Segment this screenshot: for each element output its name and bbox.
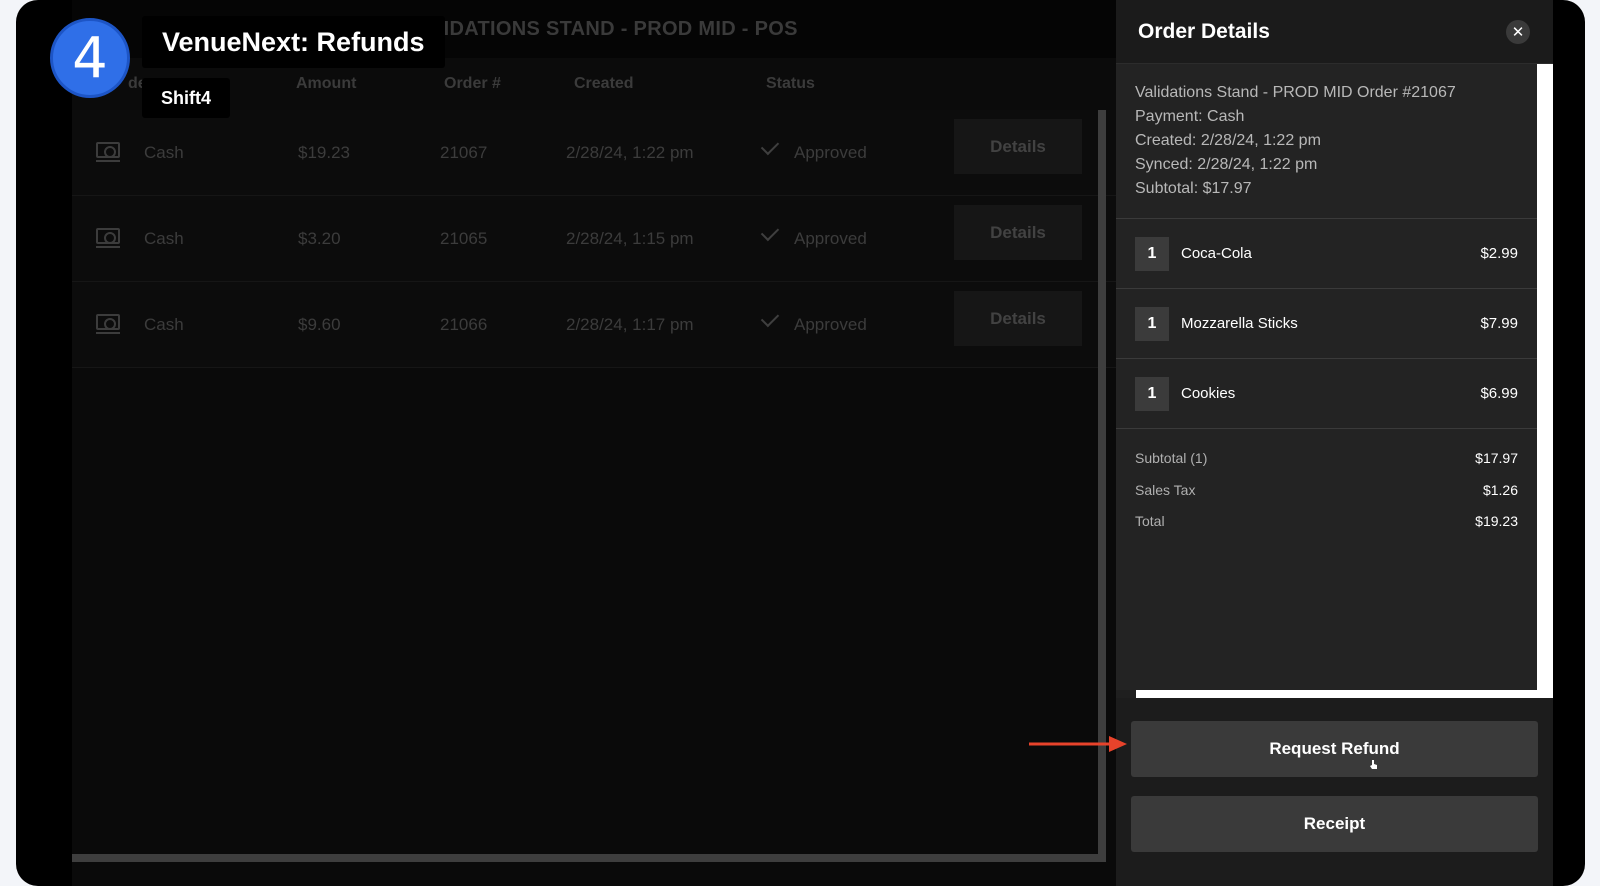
created-cell: 2/28/24, 1:22 pm — [566, 143, 694, 162]
tutorial-title: VenueNext: Refunds — [142, 16, 445, 68]
request-refund-button[interactable]: Request Refund — [1131, 721, 1538, 777]
amount-cell: $19.23 — [298, 143, 350, 162]
total-label: Total — [1135, 513, 1165, 529]
item-quantity: 1 — [1135, 237, 1169, 271]
created-cell: 2/28/24, 1:15 pm — [566, 229, 694, 248]
status-cell: Approved — [794, 315, 867, 334]
table-row[interactable]: Cash $9.60 21066 2/28/24, 1:17 pm Approv… — [72, 282, 1118, 368]
item-price: $7.99 — [1480, 315, 1518, 332]
item-name: Coca-Cola — [1181, 245, 1252, 262]
tender-cell: Cash — [144, 229, 184, 248]
panel-header: Order Details ✕ — [1116, 0, 1553, 64]
cash-icon — [96, 228, 120, 248]
order-details-panel: Order Details ✕ Validations Stand - PROD… — [1116, 0, 1553, 886]
tender-cell: Cash — [144, 143, 184, 162]
status-cell: Approved — [794, 229, 867, 248]
status-cell: Approved — [794, 143, 867, 162]
tender-cell: Cash — [144, 315, 184, 334]
column-header-created: Created — [574, 75, 634, 92]
step-number-badge: 4 — [50, 18, 130, 98]
item-price: $2.99 — [1480, 245, 1518, 262]
close-button[interactable]: ✕ — [1506, 20, 1530, 44]
details-button[interactable]: Details — [954, 119, 1082, 174]
line-item: 1 Coca-Cola $2.99 — [1116, 219, 1537, 289]
order-details-content[interactable]: Validations Stand - PROD MID Order #2106… — [1116, 64, 1537, 690]
horizontal-scrollbar[interactable] — [72, 854, 1106, 862]
item-quantity: 1 — [1135, 307, 1169, 341]
item-price: $6.99 — [1480, 385, 1518, 402]
item-name: Mozzarella Sticks — [1181, 315, 1298, 332]
hand-cursor-icon — [1370, 760, 1377, 769]
sales-tax-value: $1.26 — [1482, 482, 1518, 498]
subtotal-label: Subtotal (1) — [1135, 450, 1208, 466]
amount-cell: $3.20 — [298, 229, 341, 248]
details-button[interactable]: Details — [954, 205, 1082, 260]
panel-actions: Request Refund Receipt — [1116, 698, 1553, 886]
details-button[interactable]: Details — [954, 291, 1082, 346]
line-item: 1 Mozzarella Sticks $7.99 — [1116, 289, 1537, 359]
pos-screen: VALIDATIONS STAND - PROD MID - POS der A… — [72, 0, 1130, 886]
subtotal-value: $17.97 — [1475, 450, 1518, 466]
column-header-amount: Amount — [296, 75, 357, 92]
check-icon — [760, 136, 780, 156]
cash-icon — [96, 314, 120, 334]
cash-icon — [96, 142, 120, 162]
amount-cell: $9.60 — [298, 315, 341, 334]
synced-info: Synced: 2/28/24, 1:22 pm — [1135, 156, 1318, 173]
column-header-status: Status — [766, 75, 815, 92]
order-number-cell: 21067 — [440, 143, 488, 162]
created-cell: 2/28/24, 1:17 pm — [566, 315, 694, 334]
check-icon — [760, 222, 780, 242]
order-title: Validations Stand - PROD MID Order #2106… — [1135, 84, 1456, 101]
table-row[interactable]: Cash $3.20 21065 2/28/24, 1:15 pm Approv… — [72, 196, 1118, 282]
item-quantity: 1 — [1135, 377, 1169, 411]
payment-info: Payment: Cash — [1135, 108, 1245, 125]
order-number-cell: 21066 — [440, 315, 488, 334]
line-item: 1 Cookies $6.99 — [1116, 359, 1537, 429]
panel-title: Order Details — [1138, 20, 1270, 43]
check-icon — [760, 308, 780, 328]
receipt-button[interactable]: Receipt — [1131, 796, 1538, 852]
panel-scrollbar-horizontal[interactable] — [1136, 690, 1553, 698]
pointer-arrow-icon — [1029, 736, 1127, 752]
subtotal-info: Subtotal: $17.97 — [1135, 180, 1252, 197]
panel-scrollbar[interactable] — [1537, 64, 1553, 698]
table-row[interactable]: Cash $19.23 21067 2/28/24, 1:22 pm Appro… — [72, 110, 1118, 196]
column-header-order: Order # — [444, 75, 501, 92]
sales-tax-label: Sales Tax — [1135, 482, 1196, 498]
total-value: $19.23 — [1475, 513, 1518, 529]
item-name: Cookies — [1181, 385, 1236, 402]
close-icon: ✕ — [1511, 23, 1525, 41]
tutorial-subtitle: Shift4 — [142, 78, 231, 118]
created-info: Created: 2/28/24, 1:22 pm — [1135, 132, 1321, 149]
tutorial-frame: VALIDATIONS STAND - PROD MID - POS der A… — [16, 0, 1585, 886]
order-number-cell: 21065 — [440, 229, 488, 248]
